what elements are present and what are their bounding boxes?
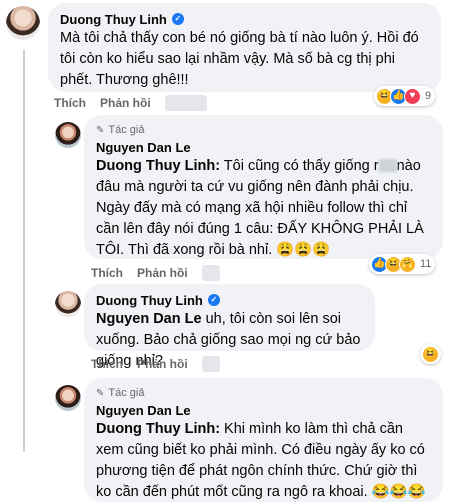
haha-reaction-icon: 😆 — [422, 345, 439, 363]
comment-text: Mà tôi chả thấy con bé nó giống bà tí nà… — [60, 30, 419, 88]
comment-author[interactable]: Nguyen Dan Le — [96, 140, 191, 155]
reply-button[interactable]: Phản hồi — [100, 96, 151, 110]
comment-text: Duong Thuy Linh: Tôi cũng có thấy giống … — [96, 156, 431, 261]
avatar[interactable] — [55, 122, 81, 148]
comment-bubble: Duong Thuy Linh ✓ Nguyen Dan Le uh, tôi … — [84, 284, 375, 369]
like-button[interactable]: Thích — [54, 96, 86, 110]
comment-actions: Thích Phản hồi — [91, 265, 220, 281]
like-button[interactable]: Thích — [91, 266, 123, 280]
reaction-count: 9 — [425, 90, 432, 102]
thread-line — [23, 50, 25, 452]
comment-author[interactable]: Duong Thuy Linh — [96, 293, 203, 308]
comment-author[interactable]: Duong Thuy Linh — [60, 12, 167, 27]
timestamp-placeholder — [201, 265, 220, 281]
mention-link[interactable]: Duong Thuy Linh: — [96, 421, 220, 437]
comment-author[interactable]: Nguyen Dan Le — [96, 403, 191, 418]
love-reaction-icon: ♥ — [404, 87, 421, 105]
author-badge: Tác giả — [108, 124, 145, 136]
reaction-summary[interactable]: 😆 — [420, 344, 441, 364]
redacted-text — [378, 159, 397, 172]
reaction-summary[interactable]: 👍 😆 🤗 11 — [369, 254, 436, 274]
reply-button[interactable]: Phản hồi — [137, 266, 188, 280]
comment-actions: Thích Phản hồi — [91, 356, 220, 372]
verified-badge-icon: ✓ — [171, 13, 184, 25]
comment-bubble: ✎ Tác giả Nguyen Dan Le Duong Thuy Linh:… — [84, 115, 443, 259]
comment-bubble: ✎ Tác giả Nguyen Dan Le Duong Thuy Linh:… — [84, 378, 443, 502]
comment-text-part: Tôi cũng có thấy giống r — [220, 158, 379, 174]
reaction-count: 11 — [420, 258, 432, 270]
comment-bubble: Duong Thuy Linh ✓ Mà tôi chả thấy con bé… — [48, 3, 441, 92]
timestamp-placeholder — [164, 95, 207, 111]
comment-text: Duong Thuy Linh: Khi mình ko làm thì chả… — [96, 419, 431, 503]
reaction-summary[interactable]: 😆 👍 ♥ 9 — [374, 86, 436, 106]
author-badge: Tác giả — [108, 387, 145, 399]
author-badge-icon: ✎ — [96, 387, 105, 399]
like-button[interactable]: Thích — [91, 357, 123, 371]
timestamp-placeholder — [201, 356, 220, 372]
mention-link[interactable]: Duong Thuy Linh: — [96, 158, 220, 174]
mention-link[interactable]: Nguyen Dan Le — [96, 311, 202, 327]
avatar[interactable] — [55, 385, 81, 411]
comment-actions: Thích Phản hồi — [54, 95, 207, 111]
author-badge-icon: ✎ — [96, 124, 105, 136]
care-reaction-icon: 🤗 — [399, 255, 416, 273]
verified-badge-icon: ✓ — [207, 294, 220, 306]
avatar[interactable] — [6, 6, 40, 40]
reply-button[interactable]: Phản hồi — [137, 357, 188, 371]
avatar[interactable] — [55, 291, 81, 317]
